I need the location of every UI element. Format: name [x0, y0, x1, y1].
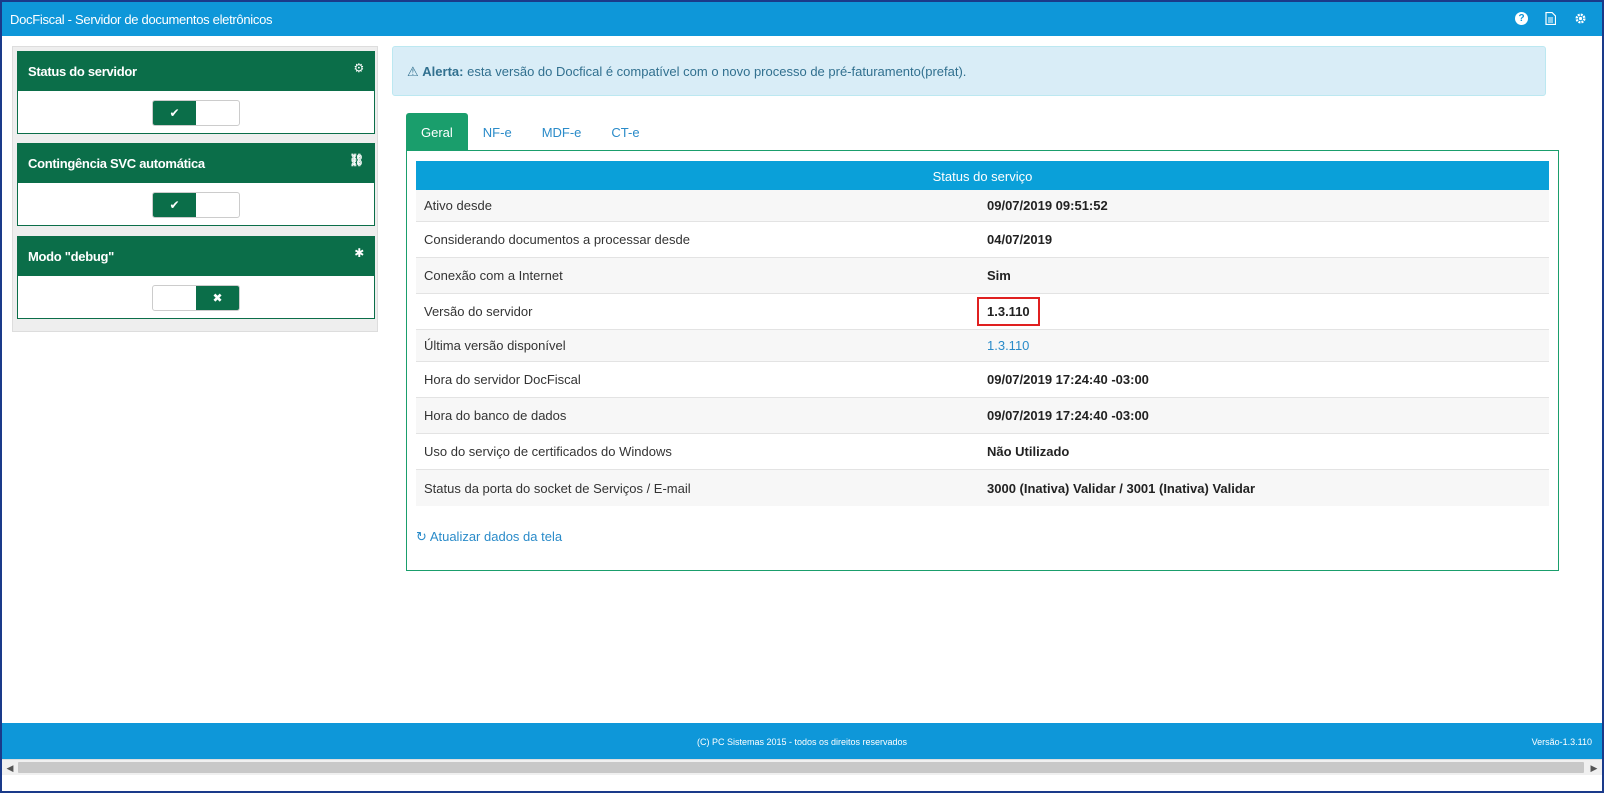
row-label: Status da porta do socket de Serviços / …	[424, 480, 691, 496]
alert-label: Alerta:	[422, 64, 464, 79]
service-status-header: Status do serviço	[416, 161, 1549, 190]
row-value: 09/07/2019 17:24:40 -03:00	[987, 372, 1149, 387]
refresh-label: Atualizar dados da tela	[429, 529, 563, 544]
row-value: 3000 (Inativa) Validar / 3001 (Inativa) …	[987, 480, 1256, 496]
tab-bar: Geral NF-e MDF-e CT-e	[406, 113, 655, 151]
service-status-table: Ativo desde 09/07/2019 09:51:52 Consider…	[416, 190, 1549, 506]
row-label: Ativo desde	[424, 198, 492, 213]
scrollbar-thumb[interactable]	[18, 762, 1584, 773]
panel-header: Modo "debug" ✱	[18, 237, 374, 276]
table-row: Hora do banco de dados 09/07/2019 17:24:…	[416, 398, 1549, 434]
server-version-highlight: 1.3.110	[977, 297, 1040, 326]
check-icon: ✔	[153, 101, 196, 125]
help-icon[interactable]: ?	[1515, 12, 1528, 25]
alert-text: esta versão do Docfical é compatível com…	[467, 64, 967, 79]
panel-title: Contingência SVC automática	[28, 156, 205, 171]
row-label: Hora do banco de dados	[424, 408, 567, 423]
row-value: 09/07/2019 17:24:40 -03:00	[987, 408, 1149, 423]
debug-toggle[interactable]: ✖	[152, 285, 240, 311]
toggle-off-side	[196, 101, 239, 125]
row-value: Não Utilizado	[987, 444, 1070, 459]
row-label: Última versão disponível	[424, 338, 566, 353]
tab-content: Status do serviço Ativo desde 09/07/2019…	[406, 150, 1559, 571]
refresh-icon: ↻	[416, 529, 427, 544]
row-value: Sim	[987, 268, 1011, 283]
horizontal-scrollbar[interactable]: ◀ ▶	[2, 759, 1602, 775]
bug-icon: ✱	[354, 246, 364, 260]
close-icon: ✖	[196, 286, 239, 310]
footer: (C) PC Sistemas 2015 - todos os direitos…	[2, 723, 1602, 759]
table-row: Conexão com a Internet Sim	[416, 258, 1549, 294]
warning-icon: ⚠	[407, 64, 419, 79]
table-row: Versão do servidor 1.3.110	[416, 294, 1549, 330]
scroll-right-icon[interactable]: ▶	[1587, 761, 1601, 775]
tab-geral[interactable]: Geral	[406, 113, 468, 151]
tab-cte[interactable]: CT-e	[596, 113, 654, 151]
top-bar: DocFiscal - Servidor de documentos eletr…	[2, 2, 1602, 36]
row-label: Hora do servidor DocFiscal	[424, 372, 581, 387]
panel-title: Modo "debug"	[28, 249, 114, 264]
app-title: DocFiscal - Servidor de documentos eletr…	[10, 12, 273, 27]
row-label: Considerando documentos a processar desd…	[424, 232, 690, 247]
toggle-on-side	[153, 286, 196, 310]
status-servidor-toggle[interactable]: ✔	[152, 100, 240, 126]
row-label: Versão do servidor	[424, 304, 533, 319]
gears-icon: ⚙	[353, 61, 365, 75]
footer-copyright: (C) PC Sistemas 2015 - todos os direitos…	[696, 737, 908, 747]
row-value: 09/07/2019 09:51:52	[987, 198, 1108, 213]
footer-version: Versão-1.3.110	[1531, 737, 1592, 747]
panel-modo-debug: Modo "debug" ✱ ✖	[17, 236, 375, 319]
toggle-off-side	[196, 193, 239, 217]
panel-title: Status do servidor	[28, 64, 137, 79]
row-label: Conexão com a Internet	[424, 268, 563, 283]
contingencia-toggle[interactable]: ✔	[152, 192, 240, 218]
topbar-icons: ?	[1515, 10, 1588, 26]
table-row: Status da porta do socket de Serviços / …	[416, 470, 1549, 506]
table-row: Hora do servidor DocFiscal 09/07/2019 17…	[416, 362, 1549, 398]
scroll-left-icon[interactable]: ◀	[3, 761, 17, 775]
refresh-link[interactable]: ↻ Atualizar dados da tela	[416, 529, 562, 545]
table-row: Ativo desde 09/07/2019 09:51:52	[416, 190, 1549, 222]
unlink-icon: ⛓	[349, 153, 364, 167]
panel-status-servidor: Status do servidor ⚙ ✔	[17, 51, 375, 134]
document-icon[interactable]	[1542, 10, 1558, 26]
panel-header: Status do servidor ⚙	[18, 52, 374, 91]
tab-mdfe[interactable]: MDF-e	[527, 113, 597, 151]
alert-box: ⚠ Alerta: esta versão do Docfical é comp…	[392, 46, 1546, 96]
table-row: Considerando documentos a processar desd…	[416, 222, 1549, 258]
row-value: 04/07/2019	[987, 232, 1053, 247]
sidebar: Status do servidor ⚙ ✔ Contingência SVC …	[12, 46, 378, 332]
table-row: Uso do serviço de certificados do Window…	[416, 434, 1549, 470]
latest-version-link[interactable]: 1.3.110	[980, 338, 1549, 353]
gear-icon[interactable]	[1572, 10, 1588, 26]
check-icon: ✔	[153, 193, 196, 217]
table-row: Última versão disponível 1.3.110	[416, 330, 1549, 362]
row-label: Uso do serviço de certificados do Window…	[424, 444, 672, 459]
tab-nfe[interactable]: NF-e	[468, 113, 527, 151]
panel-header: Contingência SVC automática ⛓	[18, 144, 374, 183]
panel-contingencia-svc: Contingência SVC automática ⛓ ✔	[17, 143, 375, 226]
